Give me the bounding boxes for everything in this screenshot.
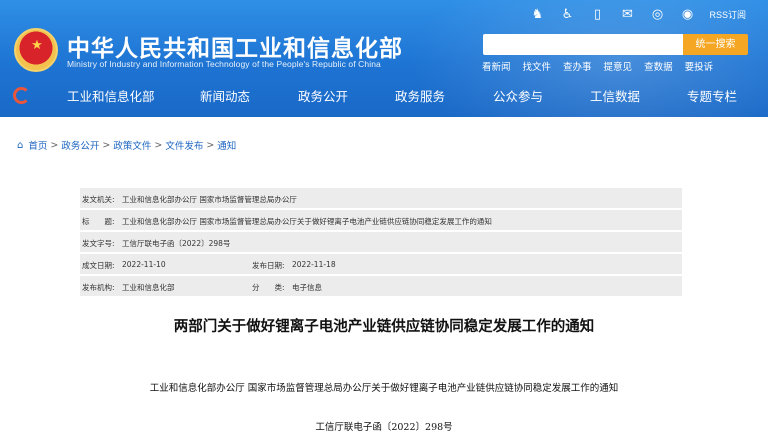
issuer-label: 发文机关: bbox=[82, 195, 115, 204]
meta-row-issuer: 发文机关: 工业和信息化部办公厅 国家市场监督管理总局办公厅 bbox=[80, 188, 682, 208]
nav-item-news[interactable]: 新闻动态 bbox=[200, 86, 250, 105]
mail-icon[interactable]: ✉ bbox=[619, 7, 635, 23]
meta-row-docno: 发文字号: 工信厅联电子函〔2022〕298号 bbox=[80, 232, 682, 252]
quick-link-feedback[interactable]: 提意见 bbox=[604, 59, 633, 73]
weibo-icon[interactable]: ◉ bbox=[679, 7, 695, 23]
top-icons: ♞ ♿ ▯ ✉ ◎ ◉ RSS订阅 bbox=[529, 6, 746, 24]
issuer-value: 工业和信息化部办公厅 国家市场监督管理总局办公厅 bbox=[122, 195, 297, 204]
published-date-label: 发布日期: bbox=[252, 261, 285, 270]
category-value: 电子信息 bbox=[292, 283, 322, 292]
quick-links: 看新闻 找文件 查办事 提意见 查数据 要投诉 bbox=[482, 59, 713, 73]
document-title: 两部门关于做好锂离子电池产业链供应链协同稳定发展工作的通知 bbox=[173, 319, 595, 335]
quick-link-services[interactable]: 查办事 bbox=[563, 59, 592, 73]
site-subtitle: Ministry of Industry and Information Tec… bbox=[67, 59, 381, 69]
nav-item-ministry[interactable]: 工业和信息化部 bbox=[67, 86, 155, 105]
breadcrumb-separator: > bbox=[102, 139, 111, 151]
meta-row-org: 发布机构: 工业和信息化部 分 类: 电子信息 bbox=[80, 276, 682, 296]
star-icon: ★ bbox=[31, 38, 43, 53]
quick-link-news[interactable]: 看新闻 bbox=[482, 59, 511, 73]
quick-link-files[interactable]: 找文件 bbox=[523, 59, 552, 73]
breadcrumb-separator: > bbox=[206, 139, 215, 151]
mobile-icon[interactable]: ▯ bbox=[589, 7, 605, 23]
breadcrumb-notice[interactable]: 通知 bbox=[217, 138, 236, 152]
site-title[interactable]: 中华人民共和国工业和信息化部 bbox=[67, 29, 403, 63]
meta-row-title: 标 题: 工业和信息化部办公厅 国家市场监督管理总局办公厅关于做好锂离子电池产业… bbox=[80, 210, 682, 230]
breadcrumb-policy-files[interactable]: 政策文件 bbox=[113, 138, 151, 152]
written-date-label: 成文日期: bbox=[82, 261, 115, 270]
quick-link-data[interactable]: 查数据 bbox=[644, 59, 673, 73]
org-value: 工业和信息化部 bbox=[122, 283, 175, 292]
nav-item-participation[interactable]: 公众参与 bbox=[493, 86, 543, 105]
category-label: 分 类: bbox=[252, 283, 285, 292]
main-nav: 工业和信息化部 新闻动态 政务公开 政务服务 公众参与 工信数据 专题专栏 bbox=[0, 82, 768, 108]
breadcrumb-separator: > bbox=[50, 139, 59, 151]
breadcrumb-home[interactable]: 首页 bbox=[28, 138, 47, 152]
nav-item-data[interactable]: 工信数据 bbox=[590, 86, 640, 105]
published-date-value: 2022-11-18 bbox=[292, 260, 336, 269]
doc-no-label: 发文字号: bbox=[82, 239, 115, 248]
breadcrumb-file-release[interactable]: 文件发布 bbox=[165, 138, 203, 152]
accessibility-icon[interactable]: ♿ bbox=[559, 7, 575, 23]
nav-item-gov-services[interactable]: 政务服务 bbox=[395, 86, 445, 105]
title-label: 标 题: bbox=[82, 217, 115, 226]
site-header: ★ 中华人民共和国工业和信息化部 Ministry of Industry an… bbox=[0, 0, 768, 117]
document-meta-table: 发文机关: 工业和信息化部办公厅 国家市场监督管理总局办公厅 标 题: 工业和信… bbox=[80, 188, 682, 298]
rss-link[interactable]: RSS订阅 bbox=[709, 7, 746, 23]
search-button[interactable]: 统一搜索 bbox=[683, 34, 748, 55]
doc-no-value: 工信厅联电子函〔2022〕298号 bbox=[122, 239, 231, 248]
weixin-icon[interactable]: ◎ bbox=[649, 7, 665, 23]
title-value: 工业和信息化部办公厅 国家市场监督管理总局办公厅关于做好锂离子电池产业链供应链协… bbox=[122, 217, 492, 226]
document-number: 工信厅联电子函〔2022〕298号 bbox=[315, 422, 453, 433]
nav-item-gov-affairs[interactable]: 政务公开 bbox=[298, 86, 348, 105]
nav-logo-icon[interactable] bbox=[13, 87, 30, 104]
search-input[interactable] bbox=[483, 34, 683, 55]
nav-item-topics[interactable]: 专题专栏 bbox=[687, 86, 737, 105]
meta-row-dates: 成文日期: 2022-11-10 发布日期: 2022-11-18 bbox=[80, 254, 682, 274]
written-date-value: 2022-11-10 bbox=[122, 260, 166, 269]
breadcrumb: ⌂ 首页 > 政务公开 > 政策文件 > 文件发布 > 通知 bbox=[17, 138, 236, 153]
quick-link-complaint[interactable]: 要投诉 bbox=[685, 59, 714, 73]
national-emblem-icon[interactable]: ★ bbox=[14, 28, 58, 72]
breadcrumb-gov-affairs[interactable]: 政务公开 bbox=[61, 138, 99, 152]
breadcrumb-separator: > bbox=[154, 139, 163, 151]
document-intro: 工业和信息化部办公厅 国家市场监督管理总局办公厅关于做好锂离子电池产业链供应链协… bbox=[149, 383, 619, 394]
org-label: 发布机构: bbox=[82, 283, 115, 292]
home-icon[interactable]: ⌂ bbox=[17, 140, 23, 151]
wechat-icon[interactable]: ♞ bbox=[529, 7, 545, 23]
